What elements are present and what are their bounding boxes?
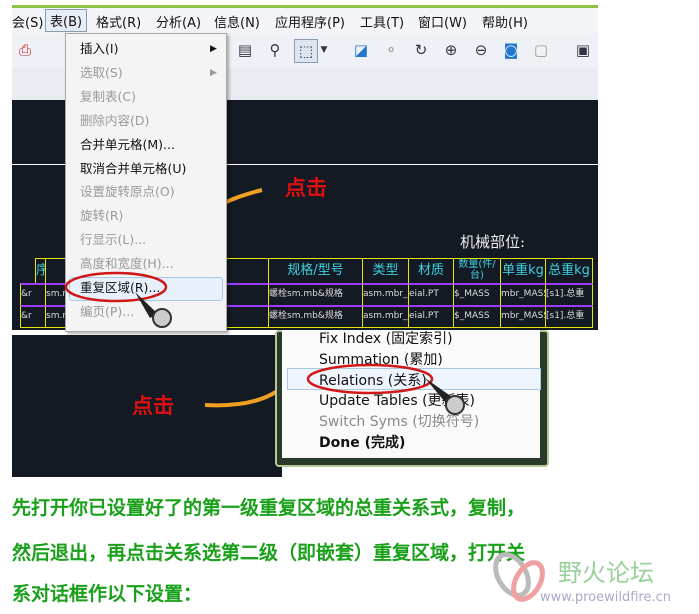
watermark-url: www.proewildfire.cn bbox=[540, 590, 671, 605]
instruction-line-3: 系对话框作以下设置： bbox=[12, 583, 203, 605]
highlight-overlay bbox=[64, 271, 465, 415]
cursor-icon-2 bbox=[425, 378, 465, 415]
instruction-line-2: 然后退出，再点击关系选第二级（即嵌套）重复区域，打开关 bbox=[12, 542, 526, 564]
red-circle-relations bbox=[306, 363, 434, 395]
instruction-line-1: 先打开你已设置好了的第一级重复区域的总重关系式，复制， bbox=[12, 497, 526, 519]
red-circle-repeat-region bbox=[64, 271, 168, 303]
watermark-name: 野火论坛 bbox=[558, 559, 654, 587]
